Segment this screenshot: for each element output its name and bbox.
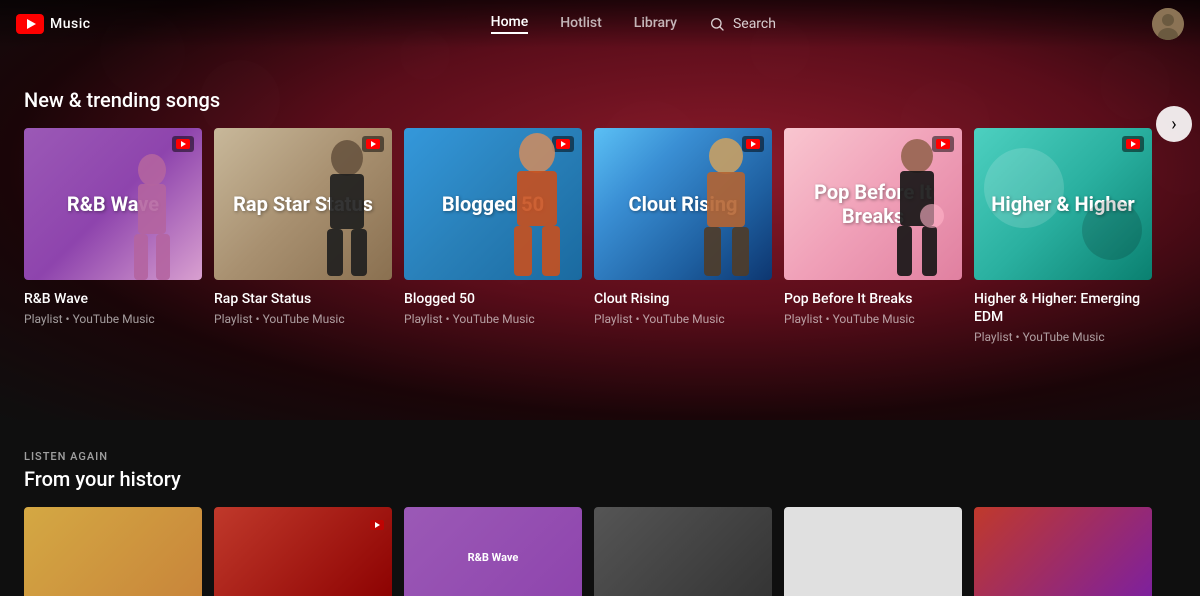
thumb-rnb-wave: R&B Wave xyxy=(24,128,202,280)
logo-text: Music xyxy=(50,16,91,32)
card-rap-star[interactable]: Rap Star Status Rap Star Status Playlist… xyxy=(214,128,392,344)
nav-home[interactable]: Home xyxy=(491,14,529,34)
figure-silhouette xyxy=(122,150,182,280)
card-clout[interactable]: Clout Rising Clout Rising Playlist • You… xyxy=(594,128,772,344)
history-card-5[interactable] xyxy=(784,507,962,596)
cards-container: R&B Wave R&B Wave Playlist • You xyxy=(0,128,1200,344)
rapstar-title: Rap Star Status xyxy=(214,290,392,308)
navigation: Music Home Hotlist Library Search xyxy=(0,0,1200,48)
logo[interactable]: Music xyxy=(16,14,91,34)
rnb-title: R&B Wave xyxy=(24,290,202,308)
card-rnb-wave[interactable]: R&B Wave R&B Wave Playlist • You xyxy=(24,128,202,344)
figure-clout xyxy=(689,136,764,276)
pop-title: Pop Before It Breaks xyxy=(784,290,962,308)
user-avatar[interactable] xyxy=(1152,8,1184,40)
figure-rapstar xyxy=(312,136,382,276)
history-label: LISTEN AGAIN xyxy=(0,450,1200,463)
app-container: Music Home Hotlist Library Search New xyxy=(0,0,1200,596)
thumb-higher: Higher & Higher xyxy=(974,128,1152,280)
nav-links: Home Hotlist Library Search xyxy=(131,14,1152,34)
trending-title: New & trending songs xyxy=(0,88,1200,112)
nav-library[interactable]: Library xyxy=(634,15,677,33)
rnb-sub: Playlist • YouTube Music xyxy=(24,312,202,326)
history-cards-row: R&B Wave xyxy=(0,507,1200,596)
history-card-6[interactable] xyxy=(974,507,1152,596)
thumb-pop: Pop Before It Breaks xyxy=(784,128,962,280)
card-higher[interactable]: Higher & Higher Higher & Higher: Emergin… xyxy=(974,128,1152,344)
avatar-image xyxy=(1152,8,1184,40)
figure-blogged xyxy=(497,131,577,276)
blogged-title: Blogged 50 xyxy=(404,290,582,308)
card-blogged[interactable]: Blogged 50 Blogged 50 Playlist • YouTube… xyxy=(404,128,582,344)
search-icon xyxy=(709,16,725,32)
clout-sub: Playlist • YouTube Music xyxy=(594,312,772,326)
rapstar-sub: Playlist • YouTube Music xyxy=(214,312,392,326)
thumb-blogged: Blogged 50 xyxy=(404,128,582,280)
trending-section: New & trending songs R&B Wave xyxy=(0,88,1200,344)
clout-title: Clout Rising xyxy=(594,290,772,308)
nav-hotlist[interactable]: Hotlist xyxy=(560,15,602,33)
history-card-2[interactable] xyxy=(214,507,392,596)
figure-pop xyxy=(882,136,952,276)
trending-cards-row: R&B Wave R&B Wave Playlist • You xyxy=(0,128,1200,344)
thumb-clout: Clout Rising xyxy=(594,128,772,280)
thumb-rap-star: Rap Star Status xyxy=(214,128,392,280)
card-pop[interactable]: Pop Before It Breaks xyxy=(784,128,962,344)
youtube-icon xyxy=(16,14,44,34)
history-card-1[interactable] xyxy=(24,507,202,596)
next-button[interactable]: › xyxy=(1156,106,1192,142)
search-label: Search xyxy=(733,16,776,32)
pop-sub: Playlist • YouTube Music xyxy=(784,312,962,326)
higher-title: Higher & Higher: Emerging EDM xyxy=(974,290,1152,326)
history-title: From your history xyxy=(0,467,1200,491)
history-card-4[interactable] xyxy=(594,507,772,596)
search-button[interactable]: Search xyxy=(709,16,776,32)
yt-badge-6 xyxy=(1122,136,1144,152)
higher-sub: Playlist • YouTube Music xyxy=(974,330,1152,344)
history-card-3[interactable]: R&B Wave xyxy=(404,507,582,596)
blogged-sub: Playlist • YouTube Music xyxy=(404,312,582,326)
history-section: LISTEN AGAIN From your history R&B Wave xyxy=(0,450,1200,596)
